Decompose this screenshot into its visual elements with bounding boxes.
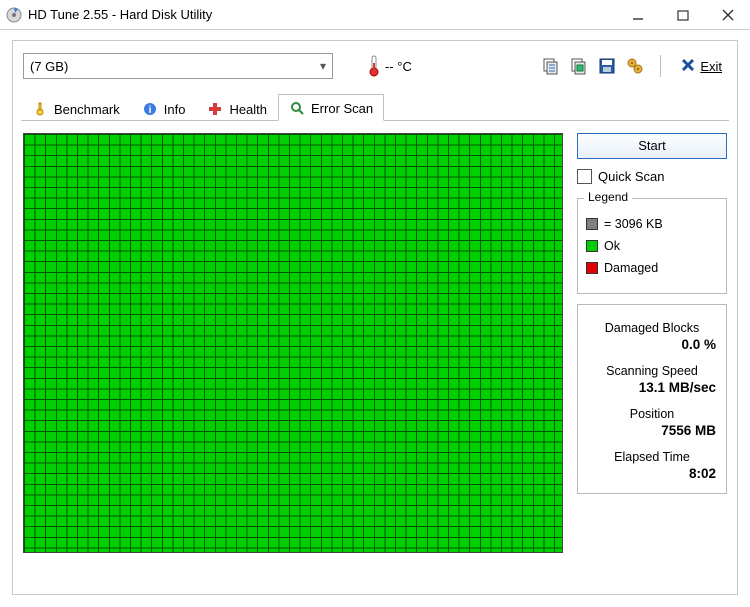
main-panel: (7 GB) ▾ -- °C bbox=[12, 40, 738, 595]
minimize-button[interactable] bbox=[615, 0, 660, 30]
scan-block-map bbox=[23, 133, 563, 553]
save-button[interactable] bbox=[596, 55, 618, 77]
damaged-swatch-icon bbox=[586, 262, 598, 274]
stat-value: 8:02 bbox=[588, 466, 716, 481]
exit-button[interactable]: Exit bbox=[675, 54, 727, 79]
close-button[interactable] bbox=[705, 0, 750, 30]
thermometer-icon bbox=[367, 55, 381, 77]
stat-value: 0.0 % bbox=[588, 337, 716, 352]
tab-info[interactable]: i Info bbox=[131, 95, 197, 121]
stat-value: 13.1 MB/sec bbox=[588, 380, 716, 395]
legend-block-size-label: = 3096 KB bbox=[604, 217, 663, 231]
start-button-label: Start bbox=[638, 138, 665, 153]
drive-select-value: (7 GB) bbox=[30, 59, 68, 74]
title-bar: HD Tune 2.55 - Hard Disk Utility bbox=[0, 0, 750, 30]
maximize-button[interactable] bbox=[660, 0, 705, 30]
stat-label: Scanning Speed bbox=[588, 364, 716, 378]
tab-benchmark[interactable]: Benchmark bbox=[21, 95, 131, 121]
start-button[interactable]: Start bbox=[577, 133, 727, 159]
block-swatch-icon bbox=[586, 218, 598, 230]
stat-label: Position bbox=[588, 407, 716, 421]
chevron-down-icon: ▾ bbox=[320, 59, 326, 73]
tab-health[interactable]: Health bbox=[196, 95, 278, 121]
magnifier-icon bbox=[289, 100, 305, 116]
tab-label: Benchmark bbox=[54, 102, 120, 117]
stat-scanning-speed: Scanning Speed 13.1 MB/sec bbox=[588, 364, 716, 395]
stat-label: Damaged Blocks bbox=[588, 321, 716, 335]
legend-ok-label: Ok bbox=[604, 239, 620, 253]
toolbar-divider bbox=[660, 55, 661, 77]
stats-box: Damaged Blocks 0.0 % Scanning Speed 13.1… bbox=[577, 304, 727, 494]
toolbar: (7 GB) ▾ -- °C bbox=[23, 51, 727, 81]
copy-info-button[interactable] bbox=[540, 55, 562, 77]
info-icon: i bbox=[142, 101, 158, 117]
svg-text:i: i bbox=[148, 105, 151, 116]
stat-elapsed-time: Elapsed Time 8:02 bbox=[588, 450, 716, 481]
stat-value: 7556 MB bbox=[588, 423, 716, 438]
tab-label: Health bbox=[229, 102, 267, 117]
tab-label: Error Scan bbox=[311, 101, 373, 116]
error-scan-content: Start Quick Scan Legend = 3096 KB Ok bbox=[23, 133, 727, 553]
legend-box: Legend = 3096 KB Ok Damaged bbox=[577, 198, 727, 294]
tab-error-scan[interactable]: Error Scan bbox=[278, 94, 384, 121]
stat-damaged-blocks: Damaged Blocks 0.0 % bbox=[588, 321, 716, 352]
app-icon bbox=[6, 7, 22, 23]
window-title: HD Tune 2.55 - Hard Disk Utility bbox=[28, 7, 212, 22]
quick-scan-checkbox[interactable]: Quick Scan bbox=[577, 169, 727, 184]
legend-damaged-label: Damaged bbox=[604, 261, 658, 275]
legend-block-size: = 3096 KB bbox=[586, 217, 718, 231]
checkbox-box bbox=[577, 169, 592, 184]
tab-label: Info bbox=[164, 102, 186, 117]
options-button[interactable] bbox=[624, 55, 646, 77]
benchmark-icon bbox=[32, 101, 48, 117]
legend-ok: Ok bbox=[586, 239, 718, 253]
temperature-value: -- °C bbox=[385, 59, 412, 74]
temperature-display: -- °C bbox=[367, 55, 412, 77]
legend-damaged: Damaged bbox=[586, 261, 718, 275]
exit-label: Exit bbox=[700, 59, 722, 74]
quick-scan-label: Quick Scan bbox=[598, 169, 664, 184]
stat-position: Position 7556 MB bbox=[588, 407, 716, 438]
health-icon bbox=[207, 101, 223, 117]
ok-swatch-icon bbox=[586, 240, 598, 252]
exit-icon bbox=[680, 57, 696, 76]
tab-strip: Benchmark i Info Health Error Scan bbox=[21, 93, 729, 121]
legend-title: Legend bbox=[584, 190, 632, 204]
copy-screenshot-button[interactable] bbox=[568, 55, 590, 77]
drive-select[interactable]: (7 GB) ▾ bbox=[23, 53, 333, 79]
stat-label: Elapsed Time bbox=[588, 450, 716, 464]
